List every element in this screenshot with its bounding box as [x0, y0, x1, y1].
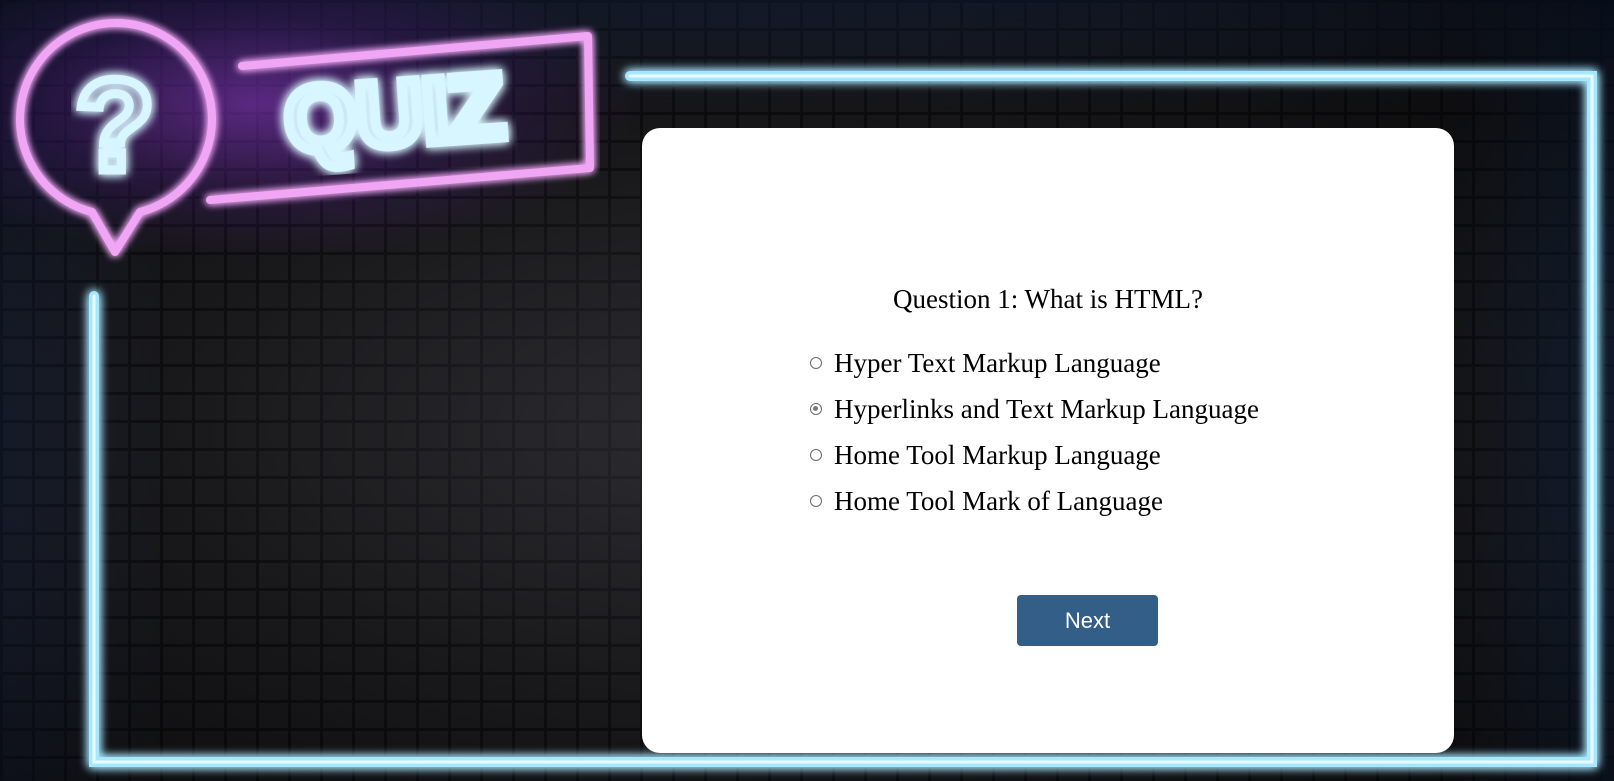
answer-option-3[interactable]: Home Tool Markup Language	[810, 432, 1259, 478]
radio-button-selected[interactable]	[810, 403, 822, 415]
answer-label: Hyperlinks and Text Markup Language	[834, 393, 1259, 424]
question-mark-icon: ?	[75, 52, 154, 198]
question-label: Question 1: What is HTML?	[893, 284, 1203, 314]
radio-button[interactable]	[810, 357, 822, 369]
answer-option-2[interactable]: Hyperlinks and Text Markup Language	[810, 386, 1259, 432]
answer-label: Home Tool Mark of Language	[834, 485, 1164, 516]
answer-label: Hyper Text Markup Language	[834, 347, 1161, 378]
answer-option-4[interactable]: Home Tool Mark of Language	[810, 478, 1259, 524]
quiz-logo: ? QUIZ	[16, 19, 594, 256]
quiz-title: QUIZ	[281, 55, 507, 172]
answer-options: Hyper Text Markup Language Hyperlinks an…	[810, 340, 1259, 524]
quiz-card: Question 1: What is HTML? Hyper Text Mar…	[642, 128, 1454, 753]
question-text: Question 1: What is HTML?	[642, 284, 1454, 315]
answer-label: Home Tool Markup Language	[834, 439, 1161, 470]
next-button[interactable]: Next	[1017, 595, 1158, 646]
radio-button[interactable]	[810, 495, 822, 507]
radio-button[interactable]	[810, 449, 822, 461]
answer-option-1[interactable]: Hyper Text Markup Language	[810, 340, 1259, 386]
